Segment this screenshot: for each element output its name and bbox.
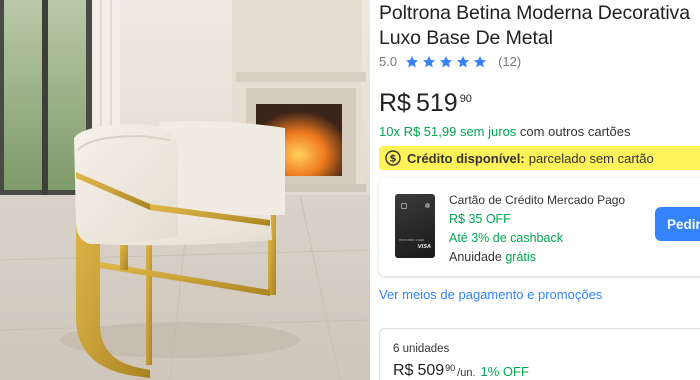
rating-stars (405, 55, 490, 69)
product-image[interactable] (0, 0, 370, 380)
installments-info: 10x R$ 51,99 sem juros com outros cartõe… (379, 124, 630, 139)
rating-row[interactable]: 5.0 (12) (379, 54, 521, 69)
card-chip-icon (401, 203, 407, 209)
price-integer: 519 (415, 89, 458, 117)
card-contactless-icon (425, 203, 430, 208)
review-count: (12) (498, 54, 522, 69)
bulk-purchase-option[interactable]: 6 unidades R$ 509 90 /un. 1% OFF (379, 328, 700, 380)
bulk-price-cents: 90 (445, 363, 456, 373)
star-icon (405, 55, 419, 69)
armchair-photo (0, 0, 370, 380)
payment-methods-link[interactable]: Ver meios de pagamento e promoções (379, 287, 602, 302)
bulk-discount: 1% OFF (480, 364, 529, 379)
bulk-units: 6 unidades (393, 343, 450, 355)
request-card-button[interactable]: Pedir (655, 207, 700, 241)
star-icon (439, 55, 453, 69)
annuity-label: Anuidade (449, 250, 502, 264)
bulk-price-currency: R$ (393, 362, 414, 379)
rating-score: 5.0 (379, 54, 398, 69)
card-network-logo: VISA (417, 244, 431, 250)
svg-text:$: $ (390, 154, 397, 165)
installments-rest: com outros cartões (519, 124, 631, 139)
card-offer-discount: R$ 35 OFF (449, 212, 511, 226)
bulk-price-integer: 509 (417, 362, 445, 379)
card-offer-text: Cartão de Crédito Mercado Pago R$ 35 OFF… (449, 191, 625, 267)
card-offer-cashback: Até 3% de cashback (449, 231, 563, 245)
annuity-value: grátis (505, 250, 536, 264)
credit-card-offer: mercado pago VISA Cartão de Crédito Merc… (379, 178, 700, 276)
price-currency: R$ (379, 89, 411, 117)
installments-highlight: 10x R$ 51,99 sem juros (379, 124, 517, 139)
product-price: R$ 519 90 (379, 88, 472, 118)
star-icon (422, 55, 436, 69)
star-icon (456, 55, 470, 69)
card-offer-title: Cartão de Crédito Mercado Pago (449, 193, 626, 207)
bulk-per-unit: /un. (457, 367, 476, 379)
product-info: Poltrona Betina Moderna Decorativa Luxo … (379, 0, 700, 380)
credit-label: Crédito disponível: (407, 150, 525, 166)
dollar-coin-icon: $ (385, 150, 401, 166)
credit-text: parcelado sem cartão (528, 150, 654, 166)
product-title: Poltrona Betina Moderna Decorativa Luxo … (379, 2, 690, 49)
bulk-price: R$ 509 90 /un. 1% OFF (393, 361, 529, 380)
star-icon (473, 55, 487, 69)
card-offer-annuity: Anuidade grátis (449, 248, 625, 267)
card-brand-text: mercado pago (399, 238, 425, 242)
price-cents: 90 (459, 93, 472, 105)
credit-card-image: mercado pago VISA (395, 194, 435, 258)
credit-available-banner[interactable]: $ Crédito disponível: parcelado sem cart… (379, 146, 700, 170)
